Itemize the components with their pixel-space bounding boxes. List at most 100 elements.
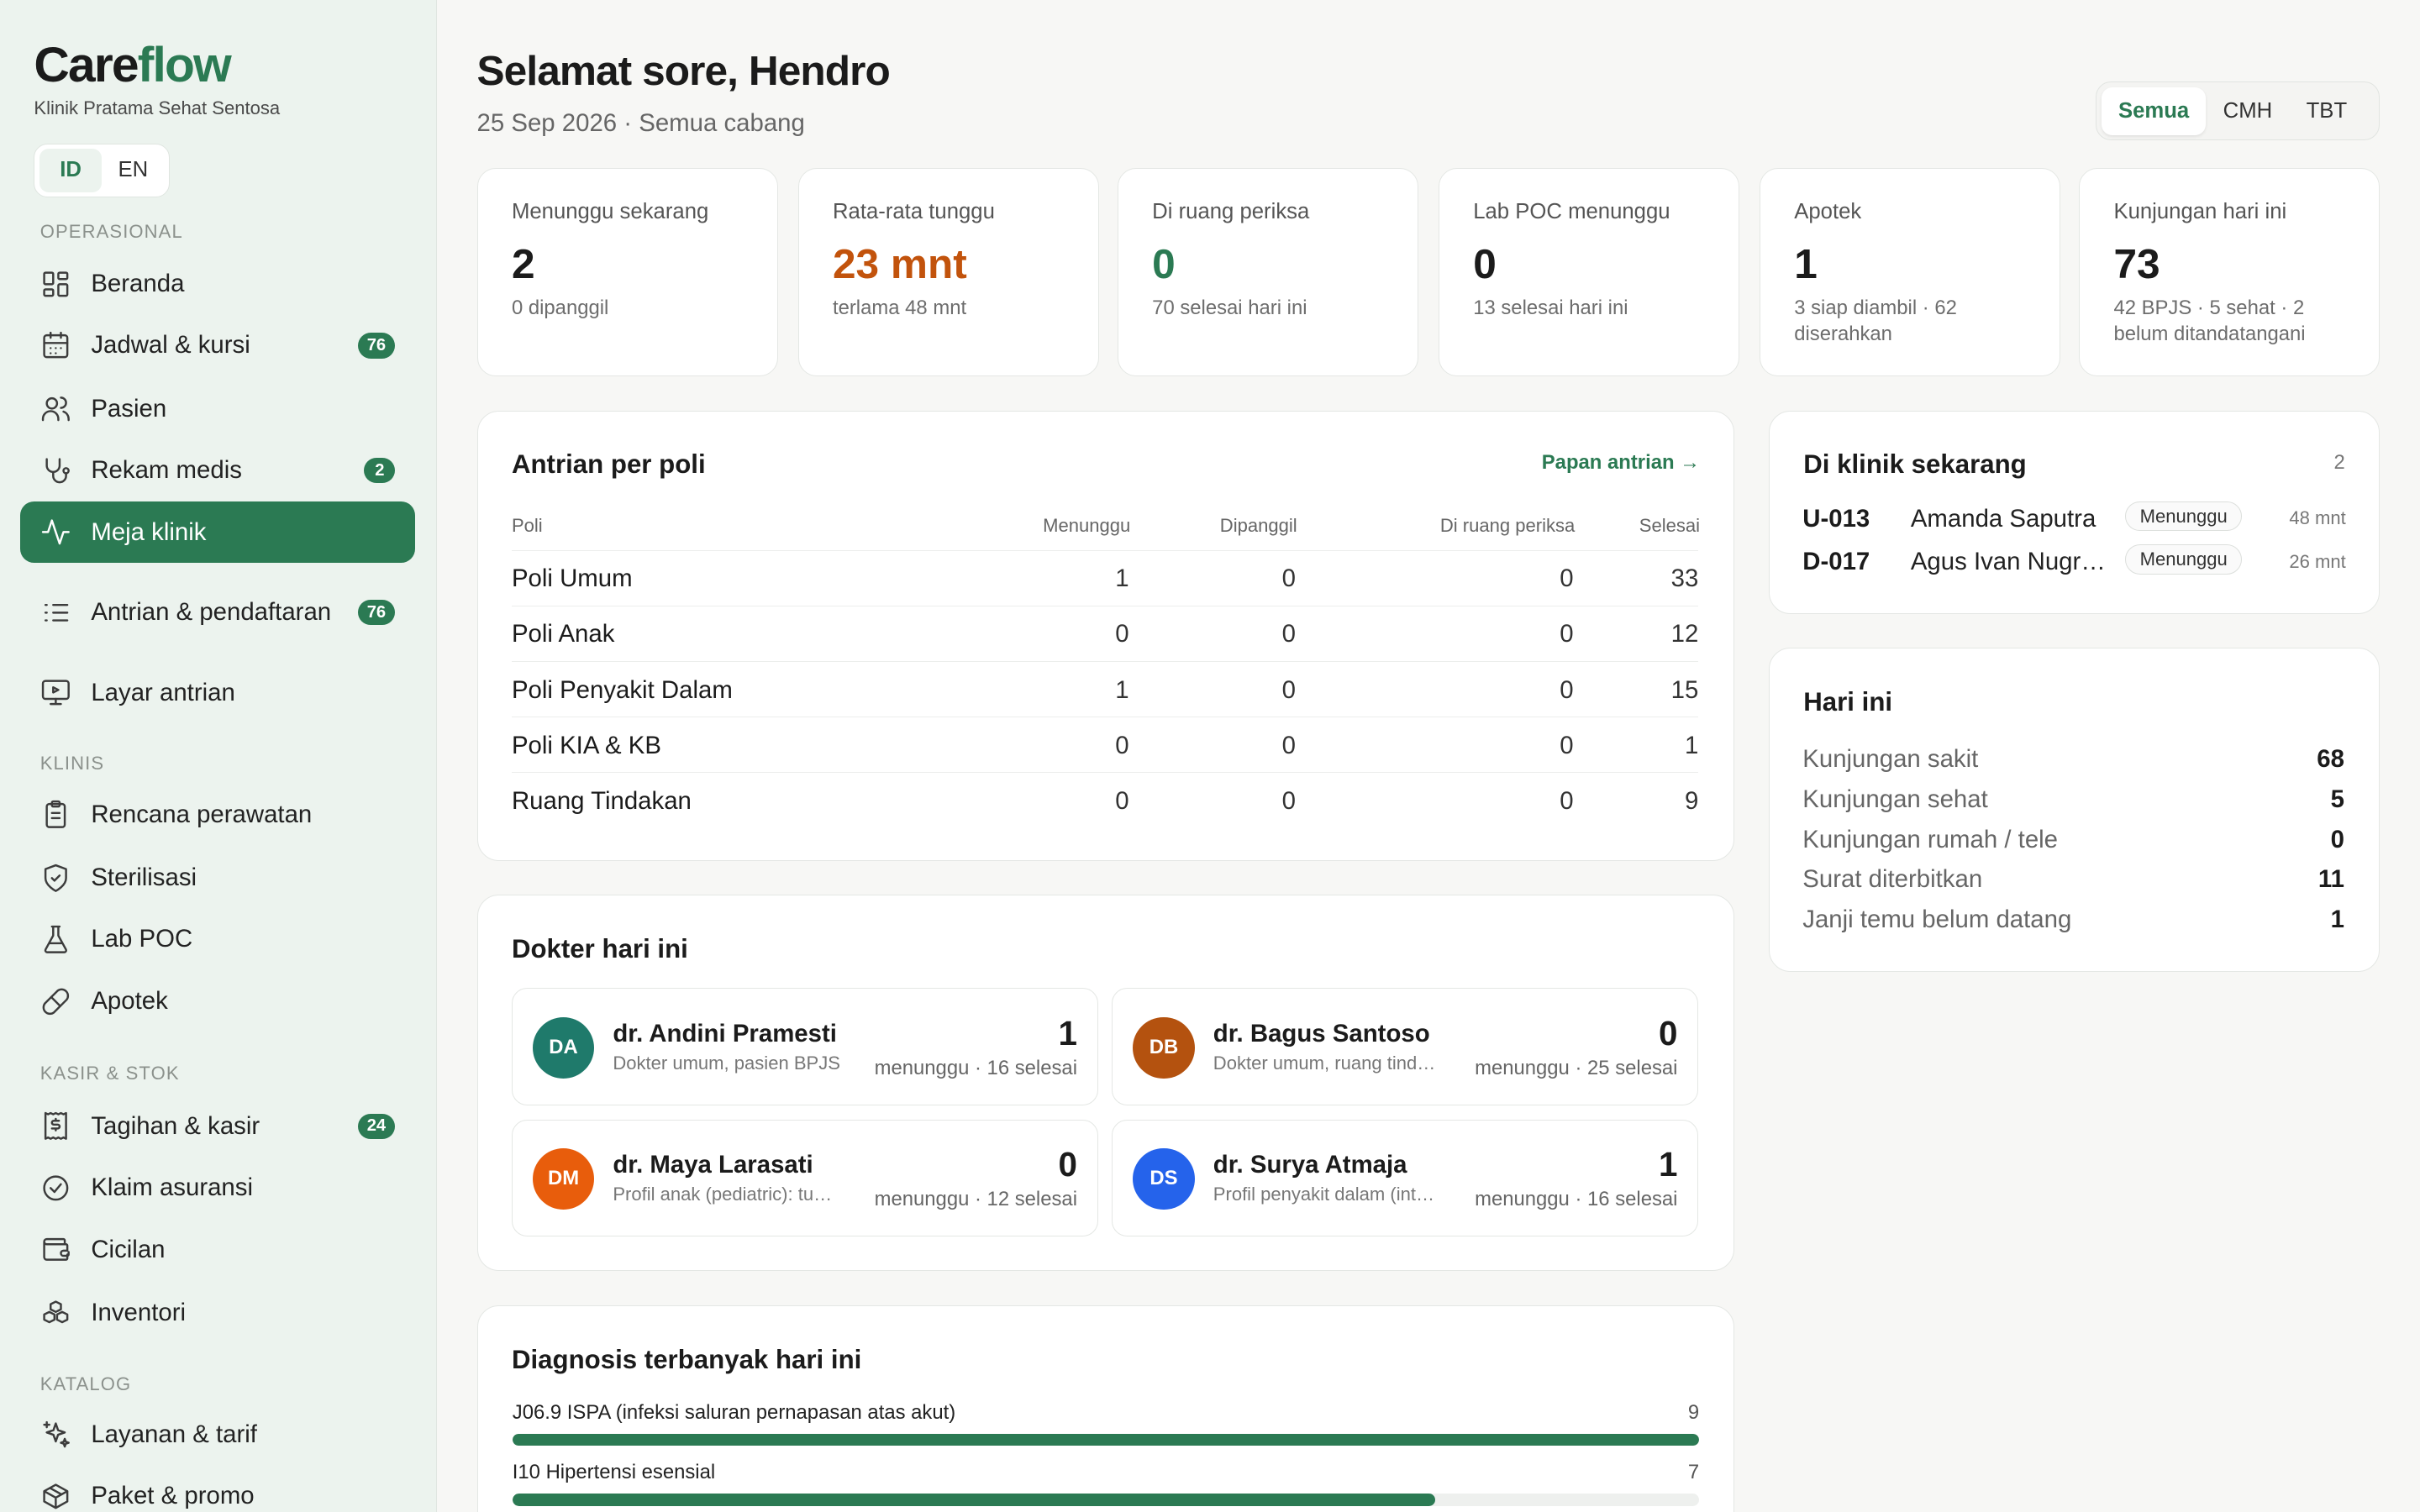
brand-name-part: Care: [34, 38, 139, 93]
sidebar-item-label: Apotek: [91, 986, 168, 1015]
sidebar-item-label: Lab POC: [91, 925, 193, 953]
stat-card-visits[interactable]: Kunjungan hari ini 73 42 BPJS · 5 sehat …: [2079, 168, 2381, 377]
stat-card-pharmacy[interactable]: Apotek 1 3 siap diambil · 62 diserahkan: [1759, 168, 2060, 377]
diagnosis-item[interactable]: J06.9 ISPA (infeksi saluran pernapasan a…: [512, 1401, 1700, 1446]
branch-tab-semua[interactable]: Semua: [2101, 87, 2207, 135]
diagnosis-count: 7: [1687, 1461, 1700, 1484]
page-title: Selamat sore, Hendro: [476, 47, 891, 95]
column-header: Selesai: [1639, 514, 1701, 536]
table-row[interactable]: Ruang Tindakan 0 0 0 9: [511, 772, 1699, 827]
stat-title: Kunjungan hari ini: [2113, 199, 2287, 223]
table-row[interactable]: Poli Umum 1 0 0 33: [511, 549, 1699, 606]
section-label: OPERASIONAL: [39, 220, 183, 242]
cell-done: 9: [1685, 786, 1699, 815]
table-row[interactable]: Poli Anak 0 0 0 12: [511, 605, 1699, 661]
doctor-card[interactable]: DA dr. Andini Pramesti Dokter umum, pasi…: [511, 988, 1098, 1106]
lang-id-button[interactable]: ID: [39, 149, 103, 192]
diagnosis-item[interactable]: I10 Hipertensi esensial 7: [512, 1461, 1700, 1507]
monitor-icon: [40, 677, 71, 708]
today-stat-label: Kunjungan sehat: [1802, 785, 1988, 813]
panel-title: Diagnosis terbanyak hari ini: [511, 1344, 862, 1374]
avatar: DS: [1133, 1147, 1195, 1210]
brand-logo[interactable]: Careflow: [34, 37, 231, 93]
patient-row[interactable]: D-017 Agus Ivan Nugroho Menunggu 26 mnt: [1802, 544, 2346, 581]
sidebar-item-tagihan[interactable]: Tagihan & kasir 24: [20, 1095, 415, 1157]
doctors-panel: Dokter hari ini DA dr. Andini Pramesti D…: [476, 895, 1735, 1272]
cell-waiting: 0: [1115, 786, 1129, 815]
sidebar-item-cicilan[interactable]: Cicilan: [20, 1219, 415, 1280]
today-stat-value: 1: [2330, 906, 2344, 934]
sidebar-item-label: Meja klinik: [91, 517, 207, 546]
panel-title: Di klinik sekarang: [1803, 449, 2027, 480]
doctor-waiting-count: 0: [1058, 1144, 1077, 1184]
sidebar-item-label: Beranda: [91, 269, 185, 297]
pill-icon: [40, 986, 71, 1017]
sidebar-item-pasien[interactable]: Pasien: [20, 378, 415, 439]
sidebar-item-label: Rekam medis: [91, 456, 242, 485]
stat-value: 2: [511, 240, 535, 288]
sidebar-item-label: Jadwal & kursi: [91, 331, 250, 360]
count-badge: 24: [357, 1113, 396, 1139]
sidebar-item-apotek[interactable]: Apotek: [20, 970, 415, 1032]
table-row[interactable]: Poli Penyakit Dalam 1 0 0 15: [511, 661, 1699, 717]
doctor-card[interactable]: DM dr. Maya Larasati Profil anak (pediat…: [511, 1119, 1098, 1237]
stat-value: 23 mnt: [832, 240, 967, 288]
sidebar-item-klaim-asuransi[interactable]: Klaim asuransi: [20, 1158, 415, 1219]
count-badge: 76: [357, 333, 396, 359]
today-stat-value: 68: [2317, 745, 2344, 774]
sidebar-item-paket-promo[interactable]: Paket & promo: [20, 1466, 415, 1512]
today-stat-row: Kunjungan rumah / tele 0: [1802, 826, 2344, 854]
sidebar-item-label: Layar antrian: [91, 678, 235, 706]
sidebar-item-sterilisasi[interactable]: Sterilisasi: [20, 847, 415, 908]
sidebar-item-layanan-tarif[interactable]: Layanan & tarif: [20, 1404, 415, 1465]
stat-card-lab-poc[interactable]: Lab POC menunggu 0 13 selesai hari ini: [1438, 168, 1739, 377]
stat-value: 0: [1152, 240, 1176, 288]
patient-row[interactable]: U-013 Amanda Saputra Menunggu 48 mnt: [1802, 501, 2346, 538]
stat-title: Menunggu sekarang: [511, 199, 709, 223]
stat-card-avg-wait[interactable]: Rata-rata tunggu 23 mnt terlama 48 mnt: [797, 168, 1099, 377]
sidebar-item-rencana-perawatan[interactable]: Rencana perawatan: [20, 784, 415, 845]
sidebar-item-inventori[interactable]: Inventori: [20, 1282, 415, 1343]
doctor-stats: menunggu · 25 selesai: [1475, 1057, 1678, 1080]
doctor-desc: Profil anak (pediatric): tumbuh kembang: [613, 1183, 844, 1205]
sidebar-item-meja-klinik[interactable]: Meja klinik: [19, 501, 416, 564]
sidebar-item-rekam-medis[interactable]: Rekam medis 2: [20, 439, 415, 501]
branch-tab-cmh[interactable]: CMH: [2206, 87, 2289, 135]
sidebar-item-lab-poc[interactable]: Lab POC: [20, 909, 415, 970]
doctor-stats: menunggu · 16 selesai: [874, 1057, 1077, 1080]
doctor-card[interactable]: DS dr. Surya Atmaja Profil penyakit dala…: [1112, 1119, 1699, 1237]
cell-in-exam: 0: [1560, 786, 1574, 815]
table-row[interactable]: Poli KIA & KB 0 0 0 1: [511, 717, 1699, 772]
doctor-desc: Dokter umum, pasien BPJS: [613, 1052, 840, 1074]
sidebar-item-antrian[interactable]: Antrian & pendaftaran 76: [20, 564, 415, 660]
wallet-icon: [40, 1234, 71, 1265]
sidebar-item-jadwal[interactable]: Jadwal & kursi 76: [20, 315, 415, 376]
sidebar-item-layar-antrian[interactable]: Layar antrian: [20, 662, 415, 723]
today-stat-label: Surat diterbitkan: [1802, 865, 1983, 894]
diagnosis-bar-track: [512, 1433, 1700, 1446]
lang-en-button[interactable]: EN: [102, 149, 164, 192]
queue-panel: Antrian per poli Papan antrian → Poli Me…: [476, 410, 1735, 861]
diagnosis-bar-fill: [512, 1494, 1436, 1507]
stat-card-waiting[interactable]: Menunggu sekarang 2 0 dipanggil: [476, 168, 778, 377]
cell-in-exam: 0: [1560, 675, 1574, 704]
sidebar-item-label: Paket & promo: [91, 1482, 255, 1510]
stat-title: Rata-rata tunggu: [832, 199, 995, 223]
sidebar-item-label: Rencana perawatan: [91, 800, 313, 828]
sidebar-item-beranda[interactable]: Beranda: [20, 253, 415, 314]
doctor-name: dr. Bagus Santoso: [1213, 1020, 1430, 1048]
panel-title: Hari ini: [1803, 687, 1893, 717]
column-header: Di ruang periksa: [1439, 514, 1576, 536]
flask-icon: [40, 924, 71, 955]
sparkles-icon: [40, 1420, 71, 1451]
branch-tab-tbt[interactable]: TBT: [2289, 87, 2364, 135]
doctor-name: dr. Andini Pramesti: [613, 1020, 837, 1048]
cell-done: 12: [1670, 620, 1699, 648]
stethoscope-icon: [40, 455, 71, 486]
doctor-card[interactable]: DB dr. Bagus Santoso Dokter umum, ruang …: [1112, 988, 1699, 1106]
cell-called: 0: [1281, 786, 1296, 815]
stat-sub: 70 selesai hari ini: [1152, 296, 1307, 319]
avatar: DM: [532, 1147, 595, 1210]
stat-card-in-exam[interactable]: Di ruang periksa 0 70 selesai hari ini: [1117, 168, 1418, 377]
queue-board-link[interactable]: Papan antrian →: [1542, 451, 1700, 475]
